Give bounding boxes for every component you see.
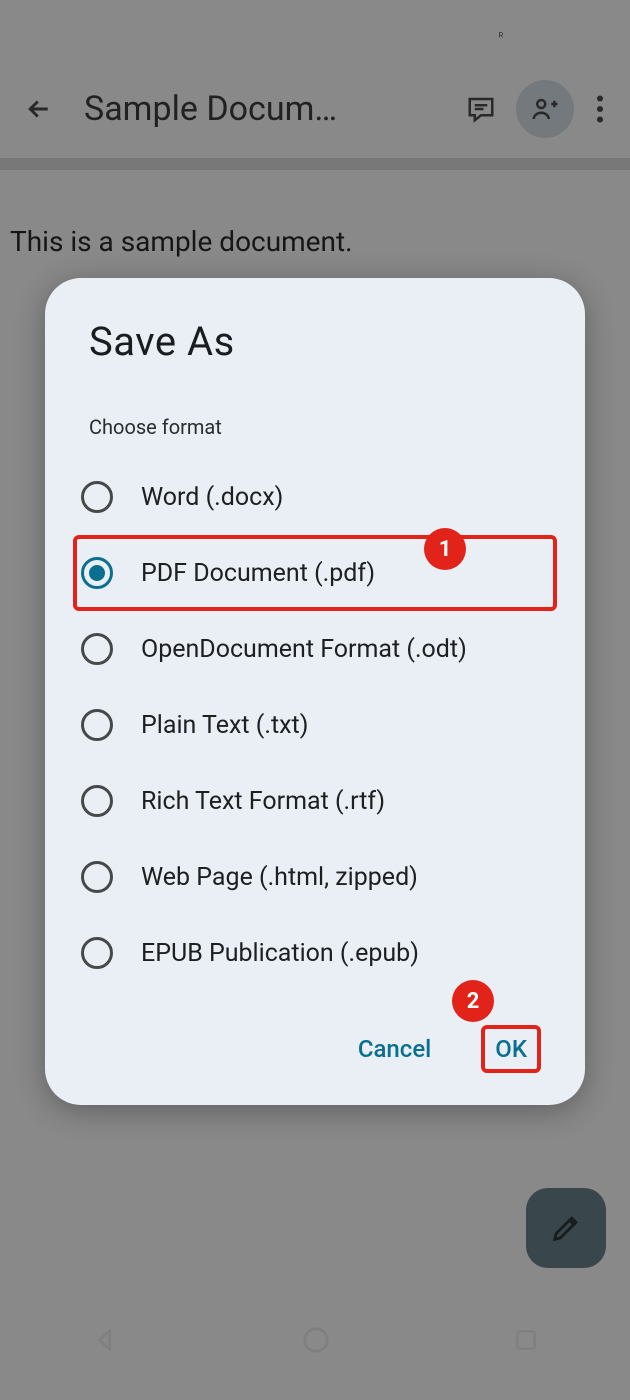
share-people-button[interactable] (516, 80, 574, 138)
format-option-docx[interactable]: Word (.docx) (73, 459, 557, 535)
app-bar: Sample Docum… (0, 60, 630, 158)
edit-fab[interactable] (526, 1188, 606, 1268)
format-label: Plain Text (.txt) (141, 711, 308, 740)
battery-percent: 76% (549, 18, 586, 42)
format-option-pdf[interactable]: PDF Document (.pdf) (73, 535, 557, 611)
nav-recents-button[interactable] (513, 1327, 539, 1353)
svg-text:R: R (498, 31, 503, 40)
format-option-rtf[interactable]: Rich Text Format (.rtf) (73, 763, 557, 839)
status-time: 4:16 (175, 18, 218, 42)
format-label: PDF Document (.pdf) (141, 559, 375, 588)
signal-1-icon: R (493, 21, 513, 39)
format-label: Web Page (.html, zipped) (141, 863, 418, 892)
pencil-icon (549, 1211, 583, 1245)
wifi-icon (425, 20, 449, 40)
signal-2-icon (521, 21, 541, 39)
nav-bar (0, 1295, 630, 1400)
cancel-button[interactable]: Cancel (348, 1027, 441, 1071)
radio-icon (81, 937, 113, 969)
document-title[interactable]: Sample Docum… (84, 89, 337, 129)
save-as-dialog: Save As Choose format Word (.docx) PDF D… (45, 278, 585, 1105)
document-body-text: This is a sample document. (10, 225, 620, 258)
status-bar: 4:16 VoLTE2 R 76% (0, 0, 630, 60)
ok-button[interactable]: OK (481, 1025, 541, 1073)
annotation-callout-1: 1 (424, 528, 466, 570)
format-option-txt[interactable]: Plain Text (.txt) (73, 687, 557, 763)
divider (0, 158, 630, 170)
format-options-list: Word (.docx) PDF Document (.pdf) OpenDoc… (73, 459, 557, 991)
radio-icon (81, 481, 113, 513)
radio-icon (81, 861, 113, 893)
annotation-callout-2: 2 (452, 980, 494, 1022)
dialog-actions: Cancel OK (73, 1025, 557, 1073)
format-option-html[interactable]: Web Page (.html, zipped) (73, 839, 557, 915)
bluetooth-icon (399, 17, 417, 43)
back-button[interactable] (10, 80, 68, 138)
dialog-subtitle: Choose format (89, 415, 541, 439)
more-menu-button[interactable] (580, 80, 620, 138)
radio-icon (81, 785, 113, 817)
format-option-odt[interactable]: OpenDocument Format (.odt) (73, 611, 557, 687)
lte-badge: VoLTE2 (457, 19, 485, 41)
format-label: EPUB Publication (.epub) (141, 939, 419, 968)
nav-back-button[interactable] (91, 1326, 119, 1354)
format-option-epub[interactable]: EPUB Publication (.epub) (73, 915, 557, 991)
radio-icon (81, 709, 113, 741)
nav-home-button[interactable] (301, 1325, 331, 1355)
format-label: OpenDocument Format (.odt) (141, 635, 467, 664)
radio-checked-icon (81, 557, 113, 589)
radio-icon (81, 633, 113, 665)
format-label: Rich Text Format (.rtf) (141, 787, 385, 816)
dialog-title: Save As (89, 318, 541, 365)
battery-charging-icon (594, 18, 610, 42)
comments-button[interactable] (452, 80, 510, 138)
format-label: Word (.docx) (141, 483, 283, 512)
